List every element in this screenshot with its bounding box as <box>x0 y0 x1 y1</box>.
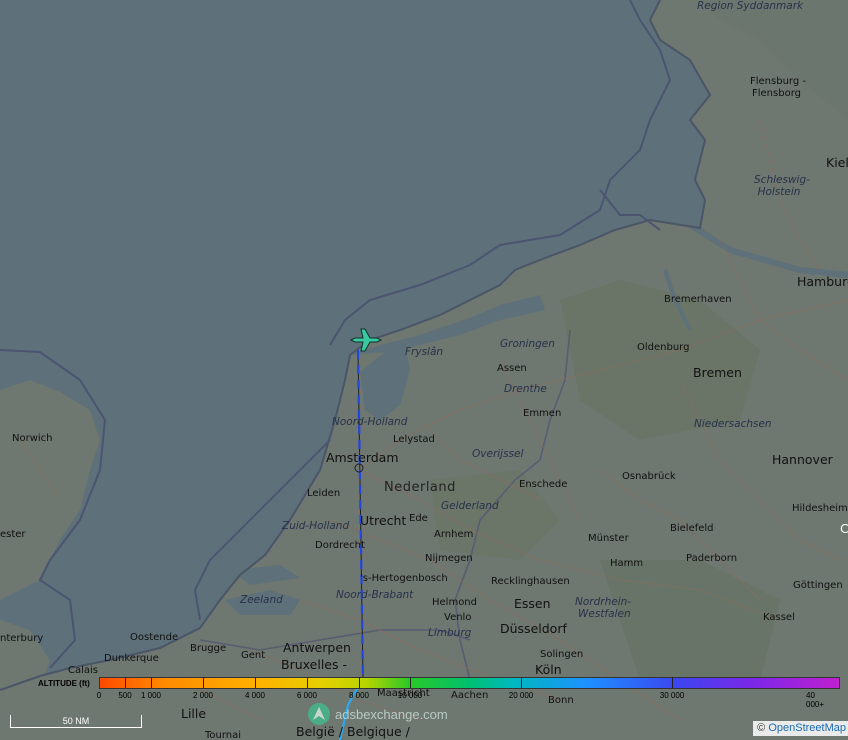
label-edge-c: C <box>840 521 848 536</box>
label-nordrhein: Nordrhein- <box>575 596 632 608</box>
legend-tick <box>125 677 126 688</box>
label-helmond: Helmond <box>432 597 477 608</box>
adsbexchange-logo-icon <box>308 703 330 725</box>
legend-tick <box>672 677 673 688</box>
legend-tick-label: 20 000 <box>508 691 534 700</box>
legend-tick <box>203 677 204 688</box>
label-venlo: Venlo <box>444 612 472 623</box>
label-limburg: Limburg <box>428 627 472 639</box>
label-osnabruck: Osnabrück <box>622 471 676 482</box>
label-assen: Assen <box>497 363 527 374</box>
scale-bar-label: 50 NM <box>62 716 90 726</box>
label-emmen: Emmen <box>523 408 562 419</box>
legend-tick-label: 10 000 <box>397 691 423 700</box>
label-hannover: Hannover <box>772 452 833 467</box>
map-canvas[interactable]: Region Syddanmark Flensburg - Flensborg … <box>0 0 848 740</box>
label-hamburg: Hamburg <box>797 274 848 289</box>
label-dusseldorf: Düsseldorf <box>500 621 567 636</box>
copyright-symbol: © <box>757 722 766 734</box>
label-belgie: België / Belgique / <box>296 724 410 739</box>
legend-tick-label: 4 000 <box>244 691 266 700</box>
label-bruxelles: Bruxelles - <box>281 657 347 672</box>
label-westfalen: Westfalen <box>578 608 631 620</box>
label-koln: Köln <box>535 662 562 677</box>
label-lelystad: Lelystad <box>393 434 435 445</box>
label-kassel: Kassel <box>763 612 795 623</box>
label-zeeland: Zeeland <box>240 594 283 606</box>
label-hamm: Hamm <box>610 558 644 569</box>
legend-tick-label: 40 000+ <box>806 691 825 709</box>
label-solingen: Solingen <box>540 649 584 660</box>
label-tournai: Tournai <box>205 730 242 740</box>
map-attribution: © OpenStreetMap <box>753 721 848 736</box>
label-dordrecht: Dordrecht <box>315 540 365 551</box>
label-bremen: Bremen <box>693 365 742 380</box>
legend-tick <box>521 677 522 688</box>
legend-tick-label: 0 <box>96 691 102 700</box>
openstreetmap-link[interactable]: OpenStreetMap <box>768 722 846 734</box>
altitude-color-bar <box>99 677 840 689</box>
label-bremerhaven: Bremerhaven <box>664 294 732 305</box>
label-ede: Ede <box>409 513 428 524</box>
legend-tick-label: 500 <box>118 691 132 700</box>
label-leiden: Leiden <box>307 488 341 499</box>
label-schleswig-holstein: Schleswig-Holstein <box>754 174 810 198</box>
label-nterbury: nterbury <box>0 633 44 644</box>
label-gent: Gent <box>241 650 266 661</box>
label-groningen: Groningen <box>500 338 555 350</box>
label-utrecht: Utrecht <box>360 513 407 528</box>
legend-tick <box>307 677 308 688</box>
aircraft-icon[interactable] <box>349 327 383 353</box>
label-bielefeld: Bielefeld <box>670 523 714 534</box>
label-fryslan: Fryslân <box>405 346 444 358</box>
legend-tick <box>410 677 411 688</box>
legend-tick-label: 6 000 <box>296 691 318 700</box>
label-oostende: Oostende <box>130 632 179 643</box>
label-noord-holland: Noord-Holland <box>332 416 408 428</box>
label-amsterdam: Amsterdam <box>326 450 399 465</box>
label-essen: Essen <box>514 596 551 611</box>
label-flensburg: Flensburg - <box>750 76 806 87</box>
legend-tick-label: 30 000 <box>659 691 685 700</box>
watermark: adsbexchange.com <box>307 702 448 726</box>
altitude-legend: ALTITUDE (ft) 0 500 1 000 2 000 4 000 6 … <box>0 676 848 709</box>
label-munster: Münster <box>588 533 629 544</box>
label-gelderland: Gelderland <box>441 500 499 512</box>
label-drenthe: Drenthe <box>504 383 547 395</box>
label-flensborg: Flensborg <box>752 88 801 99</box>
legend-tick <box>359 677 360 688</box>
legend-tick-label: 2 000 <box>192 691 214 700</box>
label-overijssel: Overijssel <box>472 448 524 460</box>
scale-bar: 50 NM <box>10 715 142 728</box>
legend-tick <box>151 677 152 688</box>
label-lille: Lille <box>181 706 207 721</box>
label-noord-brabant: Noord-Brabant <box>336 589 414 601</box>
legend-tick-label: 1 000 <box>140 691 162 700</box>
label-niedersachsen: Niedersachsen <box>694 418 772 430</box>
label-ester: ester <box>0 529 26 540</box>
legend-tick <box>255 677 256 688</box>
label-enschede: Enschede <box>519 479 568 490</box>
label-kiel: Kiel <box>826 155 848 170</box>
label-zuid-holland: Zuid-Holland <box>282 520 350 532</box>
label-region-syddanmark: Region Syddanmark <box>697 0 804 12</box>
label-s-hertogenbosch: 's-Hertogenbosch <box>360 573 448 584</box>
label-recklinghausen: Recklinghausen <box>491 576 570 587</box>
label-bonn: Bonn <box>548 695 574 706</box>
label-oldenburg: Oldenburg <box>637 342 690 353</box>
legend-title: ALTITUDE (ft) <box>38 679 90 688</box>
label-brugge: Brugge <box>190 643 227 654</box>
label-antwerpen: Antwerpen <box>283 640 351 655</box>
label-paderborn: Paderborn <box>686 553 738 564</box>
watermark-text: adsbexchange.com <box>335 706 448 722</box>
label-nederland: Nederland <box>384 480 456 495</box>
label-hildesheim: Hildesheim <box>792 503 848 514</box>
label-arnhem: Arnhem <box>434 529 474 540</box>
label-nijmegen: Nijmegen <box>425 553 473 564</box>
label-norwich: Norwich <box>12 433 53 444</box>
legend-tick-label: 8 000 <box>348 691 370 700</box>
label-gottingen: Göttingen <box>793 580 843 591</box>
label-dunkerque: Dunkerque <box>104 653 159 664</box>
